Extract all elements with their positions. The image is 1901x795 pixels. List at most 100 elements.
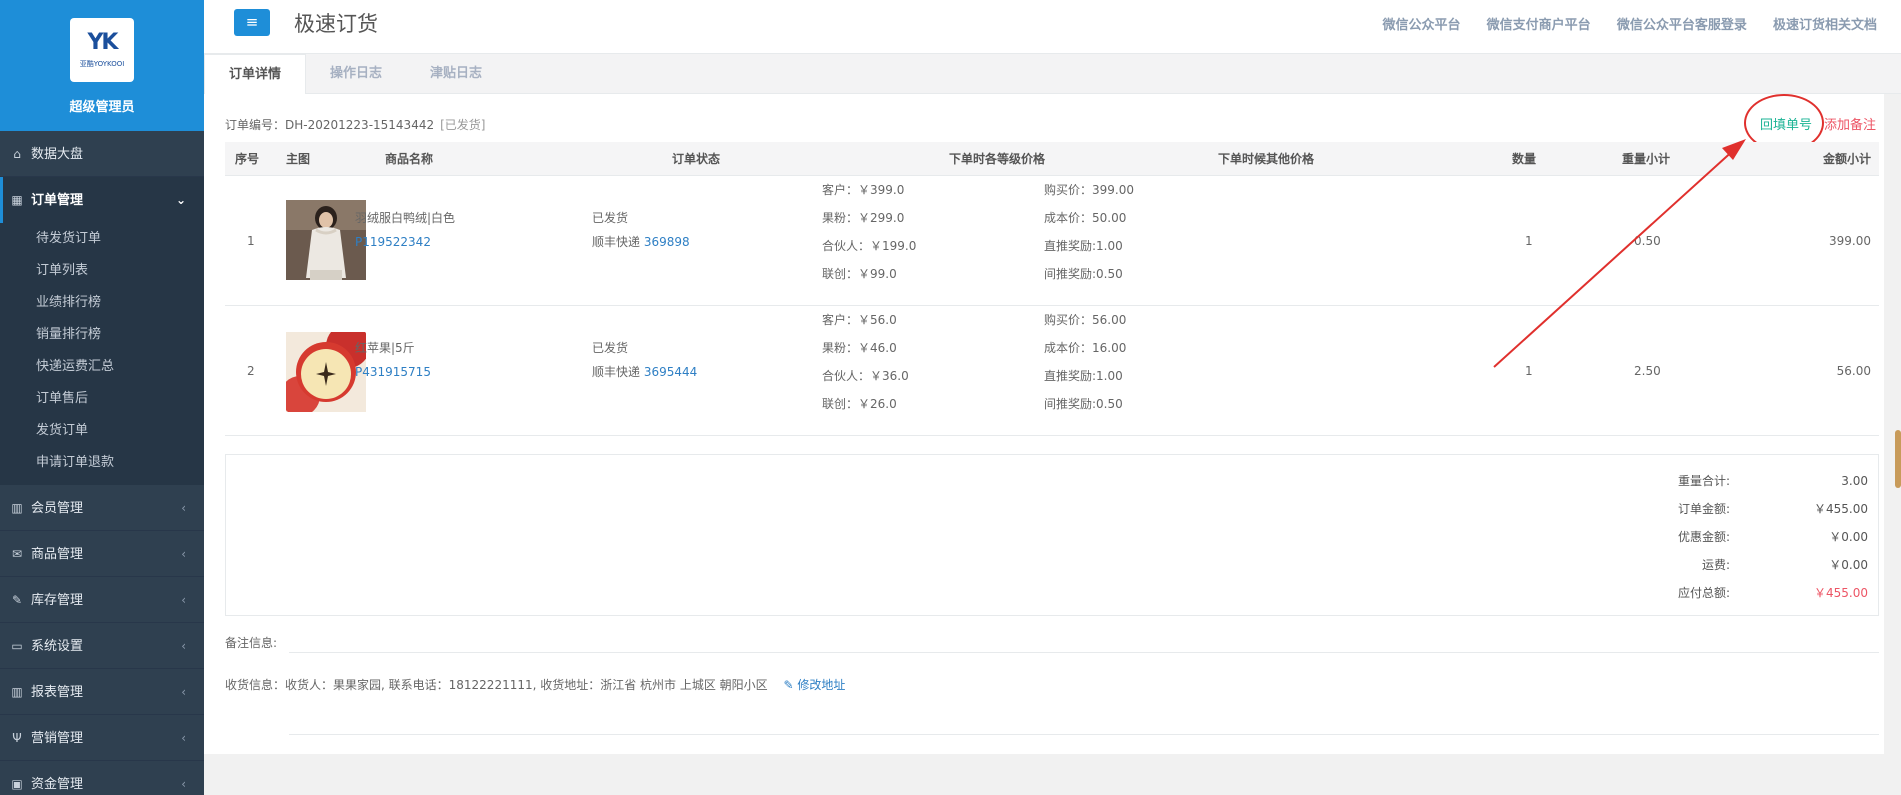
chevron-left-icon: ‹ [181,547,186,561]
summary-shipping: 运费: ￥0.00 [1618,551,1868,579]
sidebar-item-label: 报表管理 [31,685,84,700]
app-title: 极速订货 [294,12,378,36]
sidebar-subitem[interactable]: 订单列表 [0,255,204,287]
summary-label: 应付总额: [1677,586,1730,600]
price-customer: 客户：￥56.0 [822,313,897,327]
chevron-left-icon: ‹ [181,777,186,791]
tracking-number-link[interactable]: 369898 [644,235,690,249]
quantity: 1 [1525,364,1533,378]
sidebar-item-6[interactable]: ▥ 报表管理 ‹ [0,669,204,715]
quantity: 1 [1525,234,1533,248]
bar-chart-icon: ▥ [11,501,23,515]
product-code-link[interactable]: P431915715 [355,360,431,384]
price-cofounder: 联创：￥99.0 [822,267,897,281]
product-code-link[interactable]: P119522342 [355,230,455,254]
summary-weight: 重量合计: 3.00 [1618,467,1868,495]
tracking-number-link[interactable]: 3695444 [644,365,697,379]
tab-operation-log[interactable]: 操作日志 [330,54,382,94]
other-prices-cell: 购买价：56.00 成本价：16.00 直推奖励:1.00 间推奖励:0.50 [1044,306,1126,418]
header-link-wechat-pay[interactable]: 微信支付商户平台 [1487,18,1591,33]
header-link-wechat-service[interactable]: 微信公众平台客服登录 [1617,18,1747,33]
weight-subtotal: 2.50 [1634,364,1661,378]
courier-name: 顺丰快递 [592,235,641,249]
tab-order-detail[interactable]: 订单详情 [204,54,307,95]
table-row: 1 羽绒服白鸭绒|白色 P119522342 已发货 顺丰快递 369898 客… [225,176,1879,306]
order-status-text: 已发货 [592,341,629,355]
summary-value: ￥0.00 [1829,558,1868,572]
tab-bar: 订单详情 操作日志 津贴日志 [204,54,1901,95]
tab-allowance-log[interactable]: 津贴日志 [430,54,482,94]
bar-chart-icon: ▥ [11,685,23,699]
price-partner: 合伙人：￥36.0 [822,369,909,383]
fill-tracking-link[interactable]: 回填单号 [1760,114,1812,133]
hamburger-icon: ≡ [245,13,259,31]
product-name: 羽绒服白鸭绒|白色 [355,211,456,225]
sidebar-item-4[interactable]: ✎ 库存管理 ‹ [0,577,204,623]
col-image: 主图 [286,152,311,166]
price-partner: 合伙人：￥199.0 [822,239,917,253]
order-number-label: 订单编号： [225,118,286,132]
header-link-wechat-mp[interactable]: 微信公众平台 [1383,18,1461,33]
sidebar-item-3[interactable]: ✉ 商品管理 ‹ [0,531,204,577]
product-cell: 羽绒服白鸭绒|白色 P119522342 [355,206,455,254]
remarks-section: 备注信息: [225,634,1879,653]
remarks-label: 备注信息: [225,636,278,650]
product-cell: 红苹果|5斤 P431915715 [355,336,431,384]
order-number: DH-20201223-15143442 [285,118,435,132]
summary-total-due: 应付总额: ￥455.00 [1618,579,1868,607]
summary-value: 3.00 [1841,474,1868,488]
logo-mark: YK [87,30,119,55]
col-order-status: 订单状态 [672,152,721,166]
scrollbar-thumb[interactable] [1895,430,1901,488]
chevron-left-icon: ‹ [181,731,186,745]
price-cofounder: 联创：￥26.0 [822,397,897,411]
sidebar-item-7[interactable]: Ψ 营销管理 ‹ [0,715,204,761]
sidebar-subitem[interactable]: 业绩排行榜 [0,287,204,319]
chevron-left-icon: ‹ [181,501,186,515]
sidebar-item-2[interactable]: ▥ 会员管理 ‹ [0,485,204,531]
reward-direct: 直推奖励:1.00 [1044,369,1123,383]
shipping-info-text: 收货信息：收货人：果果家园, 联系电话：18122221111, 收货地址：浙江… [225,678,768,692]
remarks-divider [289,652,1879,653]
sidebar-item-8[interactable]: ▣ 资金管理 ‹ [0,761,204,795]
order-status-tag: [已发货] [440,118,486,132]
sidebar-item-label: 会员管理 [31,501,84,516]
summary-label: 订单金额: [1677,502,1730,516]
header-link-docs[interactable]: 极速订货相关文档 [1773,18,1877,33]
price-fan: 果粉：￥299.0 [822,211,905,225]
sidebar: YK 亚酷YOYKOOI 超级管理员 ⌂ 数据大盘 ▦ 订单管理 ⌄ 待发货订单 订单列表业… [0,0,204,795]
money-icon: ▣ [11,777,23,791]
col-index: 序号 [235,152,260,166]
sidebar-subitem[interactable]: 申请订单退款 [0,447,204,479]
summary-value: ￥0.00 [1829,530,1868,544]
sidebar-nav: ⌂ 数据大盘 ▦ 订单管理 ⌄ 待发货订单 订单列表 业绩排行榜 销量排行榜 快递运费汇总 订单售后… [0,131,204,795]
level-prices-cell: 客户：￥56.0 果粉：￥46.0 合伙人：￥36.0 联创：￥26.0 [822,306,909,418]
sidebar-item-label: 订单管理 [31,193,84,208]
sidebar-subitem[interactable]: 发货订单 [0,415,204,447]
chevron-left-icon: ‹ [181,639,186,653]
sidebar-item-label: 数据大盘 [31,147,84,162]
sidebar-subitem[interactable]: 待发货订单 [0,223,204,255]
edit-address-link[interactable]: ✎ 修改地址 [784,678,846,692]
sidebar-item-1[interactable]: ▦ 订单管理 ⌄ [0,177,204,223]
sidebar-item-label: 系统设置 [31,639,84,654]
menu-toggle-button[interactable]: ≡ [234,9,270,36]
sidebar-item-0[interactable]: ⌂ 数据大盘 [0,131,204,177]
sidebar-subitem[interactable]: 销量排行榜 [0,319,204,351]
sidebar-item-5[interactable]: ▭ 系统设置 ‹ [0,623,204,669]
price-fan: 果粉：￥46.0 [822,341,897,355]
product-image-down-jacket[interactable] [286,200,366,280]
price-cost: 成本价：50.00 [1044,211,1127,225]
product-image-apple[interactable] [286,332,366,412]
admin-name[interactable]: 超级管理员 [0,96,204,115]
edit-icon: ✎ [11,593,23,607]
reward-indirect: 间推奖励:0.50 [1044,267,1123,281]
col-product-name: 商品名称 [385,152,434,166]
add-remark-link[interactable]: 添加备注 [1824,114,1876,133]
sidebar-subitem[interactable]: 快递运费汇总 [0,351,204,383]
col-other-prices: 下单时候其他价格 [1218,152,1315,166]
chevron-left-icon: ‹ [181,593,186,607]
sidebar-subitem[interactable]: 订单售后 [0,383,204,415]
chevron-left-icon: ‹ [181,685,186,699]
amount-subtotal: 399.00 [1829,234,1871,248]
